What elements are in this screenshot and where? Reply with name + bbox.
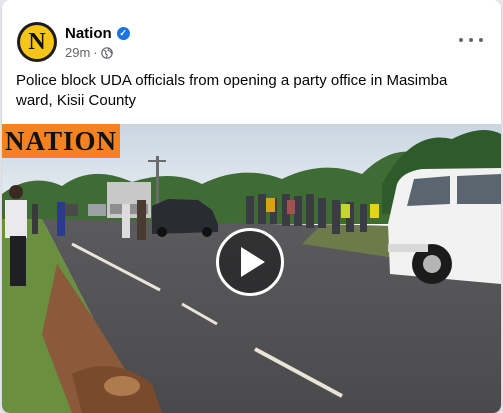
- avatar-logo: N: [20, 25, 54, 59]
- page-name-link[interactable]: Nation: [65, 25, 112, 42]
- post-header: N Nation ✓ 29m ·: [2, 0, 501, 62]
- post-meta: 29m ·: [65, 45, 113, 60]
- name-row: Nation ✓: [65, 25, 130, 42]
- more-options-icon[interactable]: [459, 30, 483, 50]
- nation-logo: NATION: [2, 124, 120, 158]
- verified-badge-icon: ✓: [116, 27, 130, 40]
- post-card: N Nation ✓ 29m · Police block UDA offici…: [2, 0, 501, 413]
- avatar[interactable]: N: [17, 22, 57, 62]
- post-caption: Police block UDA officials from opening …: [16, 72, 448, 109]
- video-player[interactable]: NATION: [2, 124, 501, 413]
- play-icon[interactable]: [216, 228, 284, 296]
- post-time-link[interactable]: 29m: [65, 45, 90, 60]
- globe-icon[interactable]: [100, 46, 113, 59]
- separator: ·: [93, 45, 98, 60]
